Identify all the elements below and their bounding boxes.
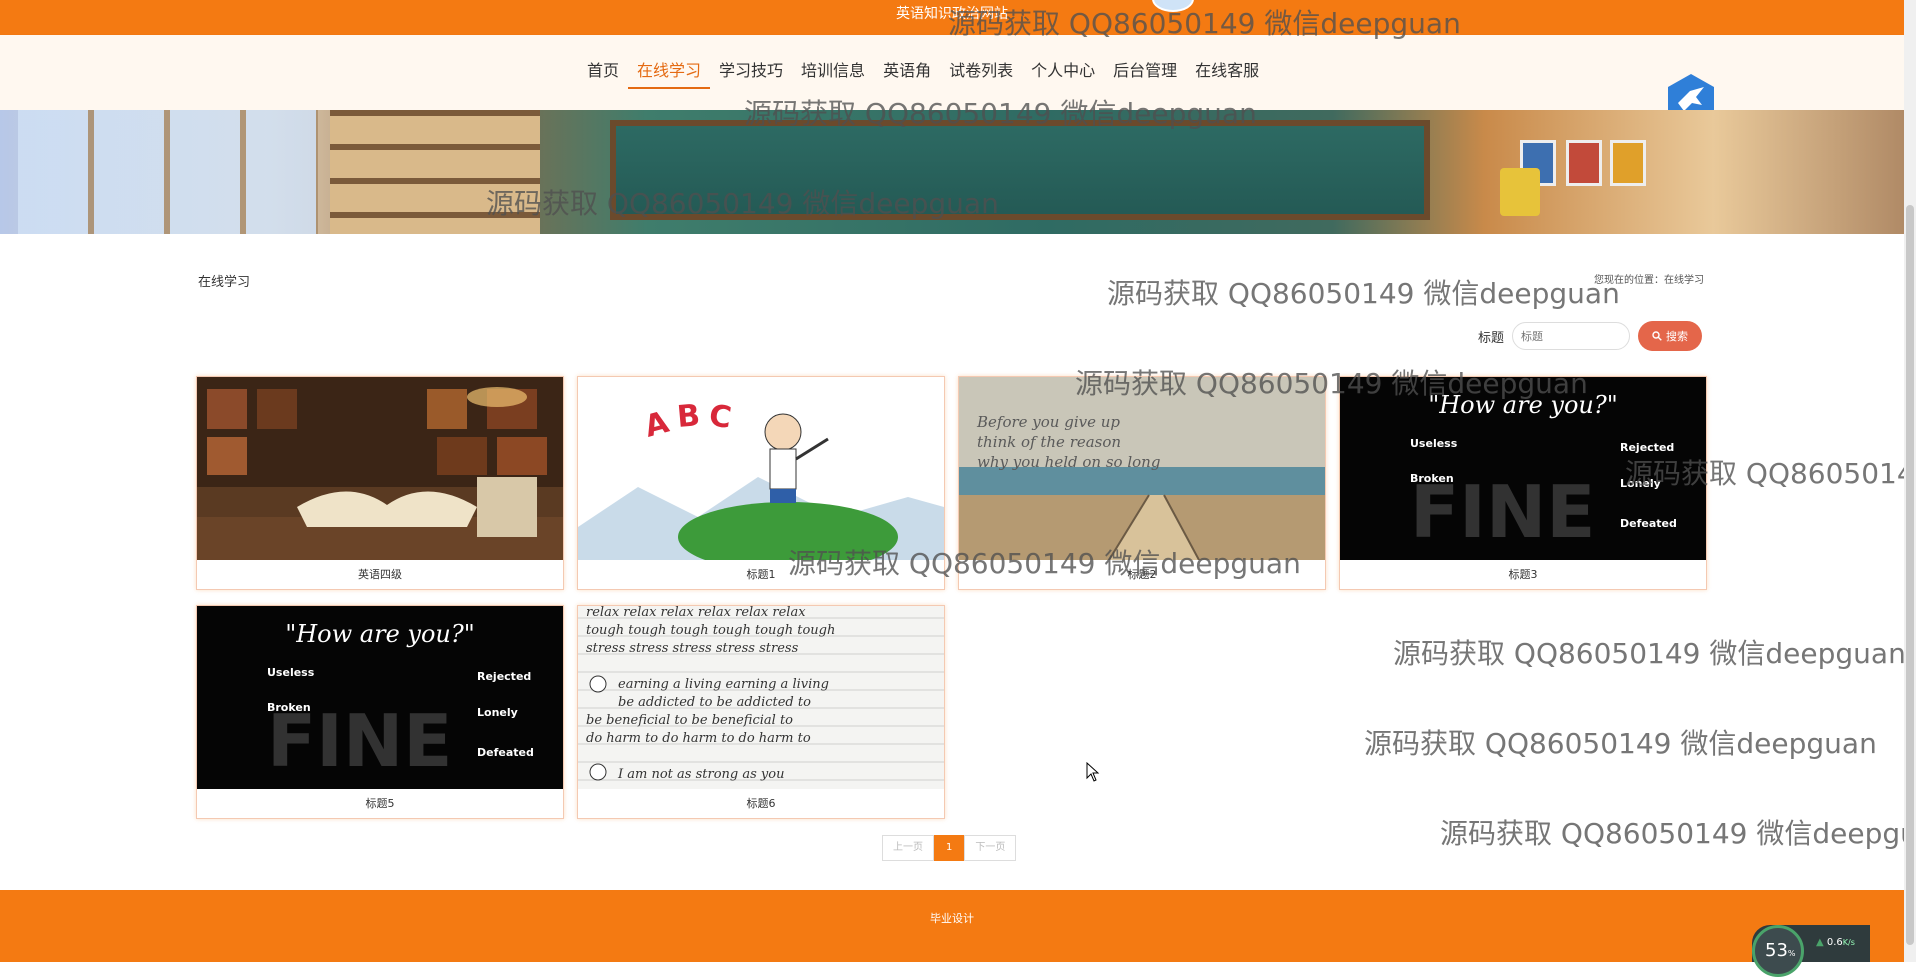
nav-item-admin[interactable]: 后台管理 — [1104, 59, 1186, 87]
next-page-button[interactable]: 下一页 — [964, 835, 1017, 861]
hero-banner — [0, 110, 1904, 234]
section-title: 在线学习 — [198, 275, 251, 290]
card-caption[interactable]: 标题6 — [578, 789, 944, 819]
svg-text:Useless: Useless — [267, 666, 315, 679]
footer: 毕业设计 — [0, 890, 1904, 962]
svg-text:do harm to do harm to do har: do harm to do harm to do harm to — [586, 731, 811, 746]
avatar[interactable] — [1152, 0, 1194, 12]
svg-text:Useless: Useless — [1410, 437, 1458, 450]
card-caption[interactable]: 标题5 — [197, 789, 563, 819]
main-navbar: 首页 在线学习 学习技巧 培训信息 英语角 试卷列表 个人中心 后台管理 在线客… — [0, 35, 1904, 126]
svg-text:why you held on so long: why you held on so long — [977, 453, 1160, 471]
network-speed: ▲ 0.6K/s — [1816, 937, 1855, 948]
nav-item-customer-service[interactable]: 在线客服 — [1186, 59, 1268, 87]
svg-text:Rejected: Rejected — [477, 670, 531, 683]
svg-text:Defeated: Defeated — [477, 746, 534, 759]
nav-item-training-info[interactable]: 培训信息 — [792, 59, 874, 87]
banner-poster — [1566, 140, 1602, 186]
svg-text:"How are you?": "How are you?" — [285, 620, 475, 648]
search-button[interactable]: 搜索 — [1638, 321, 1703, 351]
course-card[interactable]: 英语四级 — [196, 376, 564, 590]
svg-text:earning a living earning a li: earning a living earning a living — [618, 677, 829, 692]
watermark-text: 源码获取 QQ86050149 微信deepguan — [1393, 637, 1904, 670]
svg-text:Lonely: Lonely — [1620, 477, 1661, 490]
svg-text:B: B — [676, 398, 702, 435]
banner-bin — [1500, 168, 1540, 216]
footer-text: 毕业设计 — [930, 912, 974, 925]
svg-text:Lonely: Lonely — [477, 706, 518, 719]
svg-text:Before you give up: Before you give up — [976, 413, 1120, 431]
course-card[interactable]: Before you give up think of the reason w… — [958, 376, 1326, 590]
course-card[interactable]: "How are you?" FINE Useless Broken Reject… — [1339, 376, 1707, 590]
svg-text:I am not as strong as you: I am not as strong as you — [617, 767, 784, 782]
svg-text:stress stress stress stress st: stress stress stress stress stress — [586, 641, 799, 656]
banner-bookshelf-image — [330, 110, 540, 234]
svg-text:"How are you?": "How are you?" — [1428, 391, 1618, 419]
search-icon — [1652, 331, 1662, 341]
scrollbar-thumb[interactable] — [1906, 205, 1914, 945]
course-card[interactable]: relax relax relax relax relax relax toug… — [577, 605, 945, 819]
svg-text:Defeated: Defeated — [1620, 517, 1677, 530]
card-thumbnail-beach[interactable]: Before you give up think of the reason w… — [959, 377, 1325, 560]
svg-text:be addicted to be addicted to: be addicted to be addicted to — [618, 695, 811, 710]
svg-text:Broken: Broken — [1410, 472, 1454, 485]
svg-text:relax relax relax relax relax: relax relax relax relax relax relax — [586, 606, 806, 620]
card-caption[interactable]: 标题2 — [959, 560, 1325, 590]
search-button-label: 搜索 — [1666, 330, 1689, 343]
card-thumbnail-handwriting[interactable]: relax relax relax relax relax relax toug… — [578, 606, 944, 789]
nav-menu: 首页 在线学习 学习技巧 培训信息 英语角 试卷列表 个人中心 后台管理 在线客… — [578, 59, 1268, 89]
page-number-current[interactable]: 1 — [934, 835, 965, 861]
banner-poster — [1610, 140, 1646, 186]
nav-item-exam-list[interactable]: 试卷列表 — [940, 59, 1022, 87]
nav-item-english-corner[interactable]: 英语角 — [874, 59, 940, 87]
svg-text:Rejected: Rejected — [1620, 441, 1674, 454]
network-speed-widget[interactable]: 53% ▲ 0.6K/s — [1752, 925, 1870, 977]
svg-text:Broken: Broken — [267, 701, 311, 714]
course-card[interactable]: A B C 标题1 — [577, 376, 945, 590]
svg-text:be beneficial to be beneficia: be beneficial to be beneficial to — [586, 713, 793, 728]
cpu-usage-ring: 53% — [1752, 925, 1804, 977]
nav-item-study-tips[interactable]: 学习技巧 — [710, 59, 792, 87]
card-thumbnail-library[interactable] — [197, 377, 563, 560]
top-bar: 英语知识政治网站 — [0, 0, 1904, 35]
course-card[interactable]: "How are you?" FINE Useless Broken Reject… — [196, 605, 564, 819]
svg-text:tough tough tough tough tough: tough tough tough tough tough tough — [586, 623, 835, 638]
page-scrollbar[interactable] — [1904, 0, 1916, 962]
banner-chalkboard-image — [610, 120, 1430, 220]
watermark-text: 源码获取 QQ86050149 微信deepguan — [1440, 817, 1904, 850]
card-thumbnail-fine-poster[interactable]: "How are you?" FINE Useless Broken Reject… — [197, 606, 563, 789]
banner-window-image — [18, 110, 318, 234]
pagination: 上一页 1 下一页 — [882, 835, 1017, 861]
card-thumbnail-abc-cartoon[interactable]: A B C — [578, 377, 944, 560]
card-caption[interactable]: 标题1 — [578, 560, 944, 590]
card-caption[interactable]: 英语四级 — [197, 560, 563, 590]
nav-item-home[interactable]: 首页 — [578, 59, 628, 87]
svg-text:think of the reason: think of the reason — [977, 433, 1121, 451]
speed-value: 0.6 — [1826, 937, 1843, 948]
breadcrumb: 您现在的位置：在线学习 — [1594, 275, 1704, 286]
search-bar: 标题 搜索 — [1478, 321, 1703, 351]
watermark-text: 源码获取 QQ86050149 微信deepguan — [1107, 277, 1620, 310]
upload-arrow-icon: ▲ — [1816, 937, 1824, 948]
card-caption[interactable]: 标题3 — [1340, 560, 1706, 590]
site-title: 英语知识政治网站 — [896, 6, 1008, 22]
search-label: 标题 — [1478, 330, 1505, 346]
nav-item-online-learning[interactable]: 在线学习 — [628, 59, 711, 89]
card-thumbnail-fine-poster[interactable]: "How are you?" FINE Useless Broken Reject… — [1340, 377, 1706, 560]
speed-unit: K/s — [1842, 938, 1855, 947]
cpu-percent: 53 — [1765, 940, 1788, 961]
prev-page-button[interactable]: 上一页 — [882, 835, 934, 861]
nav-item-personal-center[interactable]: 个人中心 — [1022, 59, 1104, 87]
search-input[interactable] — [1512, 322, 1631, 350]
watermark-text: 源码获取 QQ86050149 微信deepguan — [1364, 727, 1877, 760]
cpu-percent-unit: % — [1787, 949, 1796, 958]
mouse-cursor-icon — [1086, 761, 1100, 786]
